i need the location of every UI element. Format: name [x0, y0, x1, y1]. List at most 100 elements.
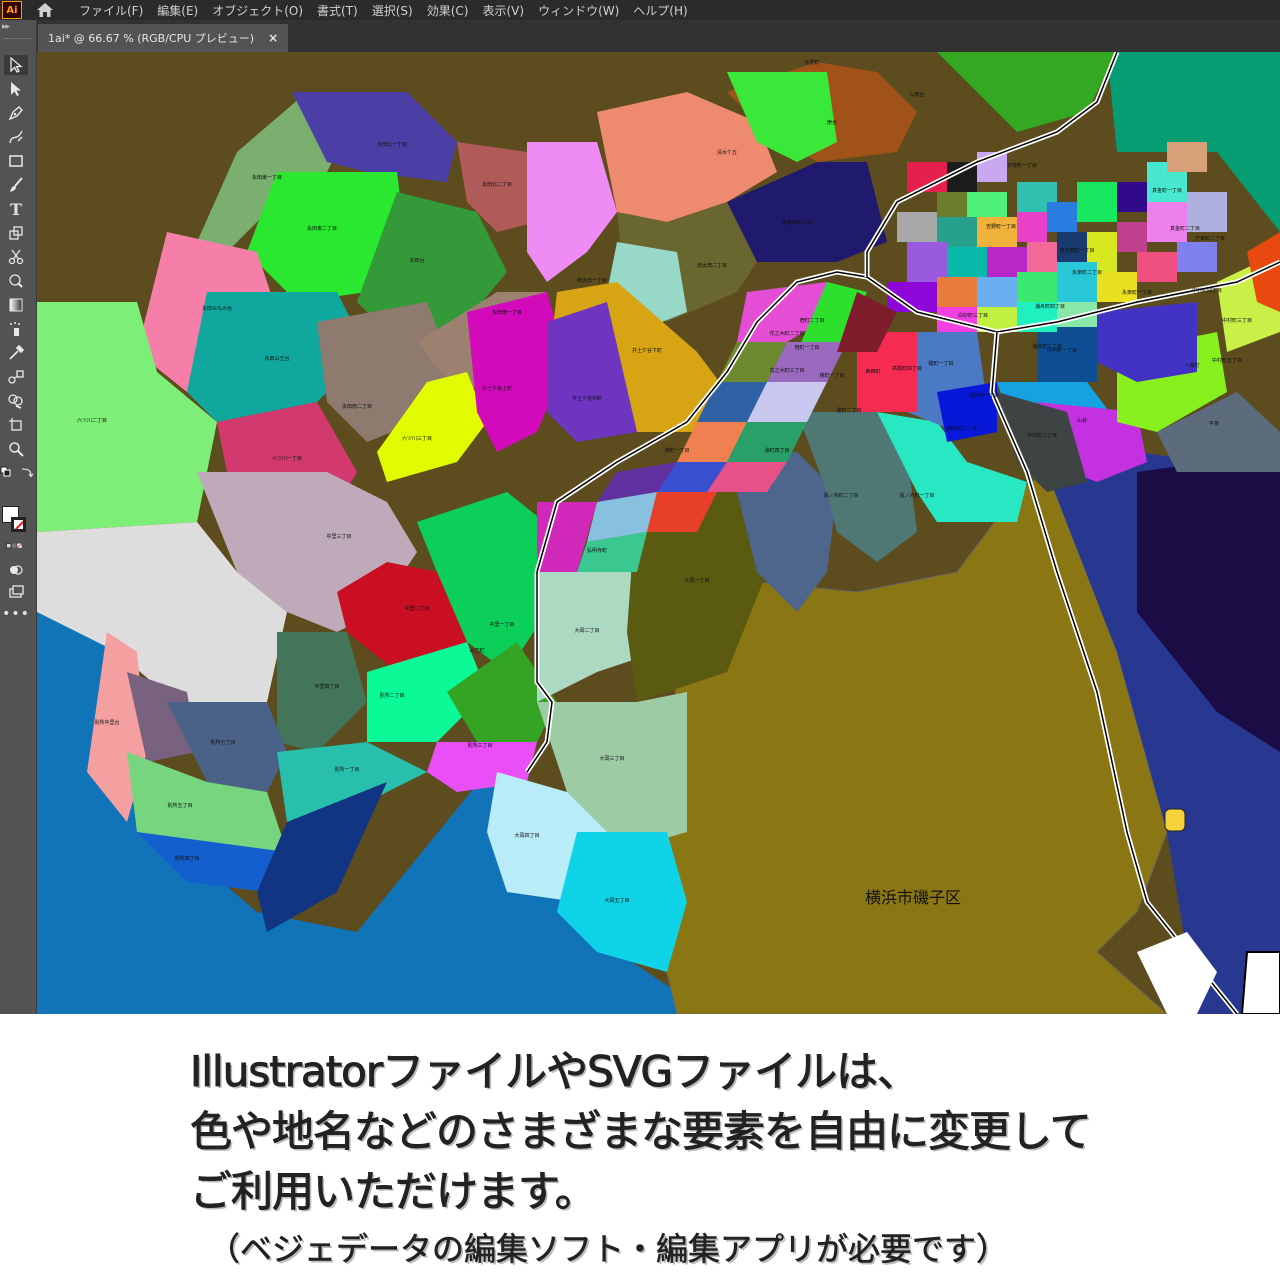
panel-grip[interactable]	[4, 38, 32, 42]
menu-items: ファイル(F) 編集(E) オブジェクト(O) 書式(T) 選択(S) 効果(C) 表示(V…	[72, 2, 695, 19]
gradient-tool-icon[interactable]	[4, 295, 28, 315]
district-label: 六ツ川一丁目	[272, 455, 302, 462]
district-label: 浦舟町二丁目	[947, 425, 977, 432]
district-map[interactable]: 永田北一丁目永田北二丁目永田東一丁目永田東二丁目永田台永田みなみ台永田山王台永田…	[37, 52, 1280, 1014]
district-label: 永田山王台	[264, 355, 289, 362]
pier-structure	[1240, 951, 1280, 1014]
caption-line-1: IllustratorファイルやSVGファイルは、	[189, 1047, 919, 1097]
menu-item-4[interactable]: 選択(S)	[365, 2, 420, 19]
district-label: 永楽町一丁目	[1122, 289, 1152, 296]
zoom-tool-icon[interactable]	[4, 439, 28, 459]
district-label: 中里一丁目	[489, 621, 514, 628]
district-label: 睦町一丁目	[928, 360, 953, 367]
district-label: 永田北一丁目	[377, 141, 407, 148]
document-tab[interactable]: 1ai* @ 66.67 % (RGB/CPU プレビュー) ×	[38, 24, 289, 52]
district-label: 南太田二丁目	[697, 262, 727, 269]
district-label: 宿町一丁目	[794, 344, 819, 351]
district-label: 永田台	[409, 257, 424, 264]
district-label: 別所二丁目	[379, 692, 404, 699]
caption-area: IllustratorファイルやSVGファイルは、 色や地名などのさまざまな要素…	[0, 1014, 1280, 1280]
type-tool-icon[interactable]: T	[4, 199, 28, 219]
blend-tool-icon[interactable]	[4, 367, 28, 387]
symbol-sprayer-tool-icon[interactable]	[4, 319, 28, 339]
district-label: 別所一丁目	[334, 766, 359, 773]
district-label: 永田東一丁目	[252, 174, 282, 181]
district-label: 中里四丁目	[314, 683, 339, 690]
district-label: 六ツ川三丁目	[402, 435, 432, 442]
color-mode-icons[interactable]	[0, 540, 30, 552]
shape-builder-tool-icon[interactable]	[4, 391, 28, 411]
district-label: 三春台	[909, 91, 924, 98]
district-label: 大岡一丁目	[684, 577, 709, 584]
artboard-canvas[interactable]: 永田北一丁目 永田北二丁目 永田東一丁目 永田東二丁目 永田台 永田みなみ台 永田山王台 永田…	[37, 52, 1280, 1014]
free-transform-tool-icon[interactable]	[4, 223, 28, 243]
artboard-tool-icon[interactable]	[4, 415, 28, 435]
menu-item-5[interactable]: 効果(C)	[420, 2, 476, 19]
default-colors-icon[interactable]	[0, 466, 12, 478]
rectangle-tool-icon[interactable]	[4, 151, 28, 171]
district-label: 平楽	[1209, 420, 1219, 427]
district-label: 永田東二丁目	[307, 225, 337, 232]
district-label: 八幡町	[1184, 362, 1199, 369]
district-label: 真金町二丁目	[1170, 225, 1200, 232]
stroke-color-swatch[interactable]	[11, 517, 26, 532]
district-label: 南太田一丁目	[577, 277, 607, 284]
menu-item-0[interactable]: ファイル(F)	[72, 2, 150, 19]
menu-item-6[interactable]: 表示(V)	[475, 2, 531, 19]
ward-label: 横浜市磯子区	[865, 888, 961, 907]
pen-tool-icon[interactable]	[4, 103, 28, 123]
district-label: 榎町一丁目	[819, 372, 844, 379]
district-label: 伏見町	[804, 59, 819, 66]
caption-note: （ベジェデータの編集ソフト・編集アプリが必要です）	[208, 1230, 1009, 1269]
district-label: 永田北二丁目	[482, 181, 512, 188]
selection-tool-icon[interactable]	[4, 55, 28, 75]
menu-item-7[interactable]: ウィンドウ(W)	[531, 2, 626, 19]
drawing-mode-icon[interactable]	[4, 560, 28, 580]
more-tools-icon[interactable]: •••	[2, 604, 29, 624]
district-label: 白妙町三丁目	[958, 312, 988, 319]
menu-item-2[interactable]: オブジェクト(O)	[205, 2, 310, 19]
district-label: 中村町二丁目	[1027, 432, 1057, 439]
screen-mode-icon[interactable]	[4, 582, 28, 602]
menu-item-8[interactable]: ヘルプ(H)	[626, 2, 694, 19]
district-label: 永田南一丁目	[492, 309, 522, 316]
district-label: 別所四丁目	[174, 855, 199, 862]
menu-bar: Ai ファイル(F) 編集(E) オブジェクト(O) 書式(T) 選択(S) 効果(C) 表…	[0, 0, 1280, 20]
district-label: 別所三丁目	[467, 742, 492, 749]
district-label: 花之木町二丁目	[769, 330, 804, 337]
eyedropper-tool-icon[interactable]	[4, 343, 28, 363]
paintbrush-tool-icon[interactable]	[4, 175, 28, 195]
direct-selection-tool-icon[interactable]	[4, 79, 28, 99]
district-label: 永楽町二丁目	[1072, 269, 1102, 276]
district-label: 中村町三丁目	[1222, 317, 1252, 324]
district-label: 浦舟町三丁目	[1032, 343, 1062, 350]
district-label: 庚台	[827, 119, 837, 126]
swap-colors-icon[interactable]	[20, 466, 34, 478]
illustrator-logo: Ai	[2, 1, 22, 19]
home-icon[interactable]	[30, 0, 60, 20]
district-label: 別所中里台	[94, 719, 119, 726]
caption-line-2: 色や地名などのさまざまな要素を自由に変更して	[190, 1107, 1093, 1157]
district-label: 浦舟町四丁目	[1035, 303, 1065, 310]
district-label: 永田南二丁目	[342, 403, 372, 410]
warp-tool-icon[interactable]	[4, 271, 28, 291]
caption-line-3: ご利用いただけます。	[190, 1167, 598, 1217]
district-label: 別所七丁目	[210, 739, 235, 746]
curvature-tool-icon[interactable]	[4, 127, 28, 147]
collapse-panel-icon[interactable]: ▸▸	[2, 22, 10, 32]
menu-item-3[interactable]: 書式(T)	[310, 2, 365, 19]
tools-panel: ▸▸ T •••	[0, 20, 37, 1014]
menu-item-1[interactable]: 編集(E)	[150, 2, 205, 19]
document-tab-title: 1ai* @ 66.67 % (RGB/CPU プレビュー)	[48, 32, 255, 45]
district-label: 通町一丁目	[664, 447, 689, 454]
district-label: 井土ケ谷下町	[632, 347, 662, 354]
district-label: 中村町四丁目	[1192, 287, 1222, 294]
district-label: 堀ノ内町二丁目	[823, 492, 858, 499]
scissors-tool-icon[interactable]	[4, 247, 28, 267]
district-label: 真金町一丁目	[1152, 187, 1182, 194]
close-tab-icon[interactable]: ×	[268, 31, 278, 45]
district-label: 大岡三丁目	[599, 755, 624, 762]
district-label: 弘明寺町	[587, 547, 607, 554]
district-blue-vivid[interactable]	[937, 382, 997, 442]
district-label: 大岡二丁目	[574, 627, 599, 634]
